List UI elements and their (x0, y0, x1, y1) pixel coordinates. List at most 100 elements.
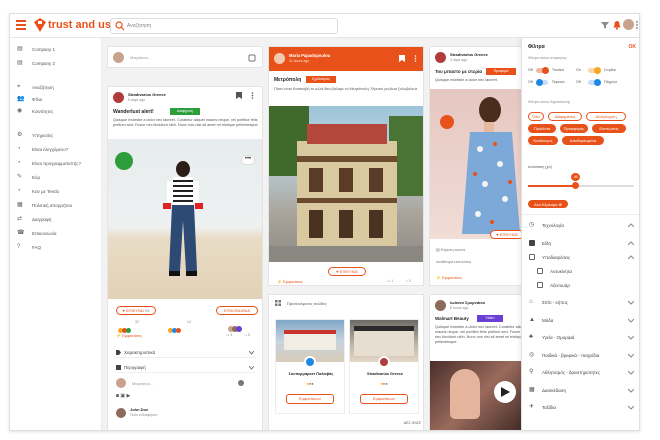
more-vertical-icon[interactable] (251, 92, 254, 99)
category-item[interactable]: ◷ Τεχνολογία (528, 220, 636, 232)
sidebar-item-3[interactable]: ⌖ Αναζήτηση (10, 82, 102, 94)
category-item[interactable]: ⌂ Σπίτι - κήπος (528, 297, 636, 309)
sidebar-item-8[interactable]: ◔ Είναι προγραμματιστής? (10, 158, 102, 170)
sidebar-item-7[interactable]: ◔ Είναι ελεγχόμενο? (10, 144, 102, 156)
sidebar-item-13[interactable]: ☎ Επικοινωνία (10, 228, 102, 240)
share-count[interactable]: ⤳ 3 (405, 279, 419, 283)
category-item[interactable]: ◎ Παιδικά - βρεφικά - παιχνίδια (528, 350, 636, 362)
characteristics-dropdown[interactable]: Χαρακτηριστικά (116, 348, 256, 358)
toggle-switch[interactable] (536, 67, 549, 74)
post-author[interactable]: Stradivarius Greece (450, 52, 525, 57)
filter-chip[interactable]: Εκπτώσεις (592, 124, 626, 133)
post-image[interactable] (269, 106, 423, 262)
category-item[interactable]: ⚲ Αθλητισμός - δραστηριότητες (528, 367, 636, 379)
category-item[interactable]: ✈ Ταξίδια (528, 402, 636, 414)
attach-icon[interactable] (248, 54, 256, 62)
info-row[interactable]: ▤ Εύρεση εικόνα (436, 247, 526, 256)
page-name[interactable]: Stradivarius Greece (352, 372, 418, 376)
filter-chip[interactable]: Όλα (528, 112, 544, 121)
toggle-switch[interactable] (536, 79, 548, 86)
filter-icon[interactable] (600, 20, 610, 30)
views-link[interactable]: ⚡ Εμφανίσεις (436, 275, 496, 280)
like-button[interactable]: ♥ ΕΠΙΚΥΝΩ (490, 230, 524, 239)
page-suggestion[interactable]: Σουπερμάρκετ Παλαιβάς ●●● Εμφανίσεων (275, 319, 345, 414)
checkbox[interactable] (529, 239, 535, 246)
contact-button[interactable]: ΕΠΙΚΟΙΝΩΝΙΑ (216, 306, 258, 315)
sidebar-item-14[interactable]: ? FAQ (10, 242, 102, 254)
category-item[interactable]: Είδη (528, 238, 636, 250)
sidebar-item-10[interactable]: ◔ Καν με Tendo (10, 186, 102, 198)
more-options-icon[interactable]: ••• (241, 155, 255, 165)
page-suggestion[interactable]: Stradivarius Greece ●●● Εμφανίσεων (349, 319, 419, 414)
slider-thumb[interactable] (572, 182, 580, 189)
compose-placeholder[interactable]: Μοιράσου... (130, 55, 230, 60)
post-author[interactable]: Ιωάννα Σμυρνάιου (450, 300, 525, 305)
see-all-link[interactable]: ΔΕΣ ΟΛΕΣ (387, 421, 421, 425)
like-button[interactable]: ♥ ΕΠΙΚΥΝΩ (328, 267, 366, 276)
filter-chip[interactable]: Προσφορές (560, 124, 588, 133)
info-row[interactable]: Διαθέσιμα εκπτώσεις (436, 260, 526, 269)
filter-chip[interactable]: Αποθηκευμένα (562, 136, 604, 145)
post-author[interactable]: Stradivarius Greece (128, 92, 208, 97)
bookmark-icon[interactable] (236, 92, 242, 99)
toggle-switch[interactable] (588, 79, 601, 86)
checkbox[interactable] (529, 253, 535, 260)
page-view-button[interactable]: Εμφανίσεων (360, 394, 408, 404)
checkbox[interactable] (537, 281, 543, 288)
filter-chip[interactable]: Προϊόντα (528, 124, 556, 133)
bookmark-icon[interactable] (399, 55, 405, 62)
search-input[interactable] (127, 19, 327, 33)
filter-chip[interactable]: Κατάλογος (528, 136, 558, 145)
category-item[interactable]: ▦ Διασκέδαση (528, 385, 636, 397)
media-icons[interactable]: ◙ ▣ ▶ (116, 393, 146, 399)
page-view-button[interactable]: Εμφανίσεων (286, 394, 334, 404)
post-image[interactable] (430, 89, 528, 239)
more-vertical-icon[interactable] (635, 20, 639, 30)
sidebar-item-12[interactable]: ⇄ Διαγραφή (10, 214, 102, 226)
post-author[interactable]: Maria Papadopoulou (289, 53, 369, 58)
user-avatar[interactable] (623, 19, 634, 30)
brand-floating-icon[interactable] (440, 115, 454, 129)
play-button[interactable] (494, 381, 516, 403)
sidebar-item-2[interactable]: ▤ Company 2 (10, 58, 102, 70)
checkbox[interactable] (537, 267, 543, 274)
sidebar-item-4[interactable]: 👥 Φίλοι (10, 94, 102, 106)
filter-chip[interactable]: Διαφημίσεις (548, 112, 582, 121)
ok-button[interactable]: OK (622, 44, 637, 50)
category-item[interactable]: Αξεσουάρ (536, 280, 639, 292)
filter-chip[interactable]: Αλληλεγγύη (586, 112, 626, 121)
sidebar-item-1[interactable]: ▤ Company 1 (10, 44, 102, 56)
menu-icon[interactable] (16, 20, 26, 32)
category-item[interactable]: Υποδιαιρέσεις (528, 252, 636, 264)
sidebar-item-5[interactable]: ◉ Κοινότητες (10, 106, 102, 118)
close-icon[interactable]: ⊗ (559, 202, 562, 207)
sidebar-item-11[interactable]: ▦ Πολιτική απορρήτου (10, 200, 102, 212)
travel-icon: ✈ (529, 404, 535, 410)
video-thumbnail[interactable] (430, 361, 528, 430)
views-link[interactable]: ⚡ Εμφανίσεις (116, 333, 176, 338)
like-button[interactable]: ♥ ΕΠΙΚΥΝΩ 95 (116, 306, 156, 315)
sidebar-item-6[interactable]: ⚙ Υπηρεσίες (10, 130, 102, 142)
emoji-icon[interactable] (238, 380, 244, 386)
category-item[interactable]: Αυτοκίνητα (536, 266, 639, 278)
share-count[interactable]: ⤳ 5 (244, 333, 258, 337)
distance-slider[interactable]: 45 (528, 173, 634, 189)
active-filter-chip[interactable]: Αλα Κέρκυρα ⊗ (528, 200, 568, 208)
delete-icon: ⇄ (17, 216, 23, 222)
commenter-name[interactable]: John Doe (130, 407, 190, 412)
more-vertical-icon[interactable] (414, 55, 417, 62)
comment-count[interactable]: ▭ 3 (226, 333, 240, 337)
bell-icon[interactable] (612, 20, 622, 30)
toggle-switch[interactable] (588, 67, 601, 74)
category-item[interactable]: ♣ Υγεία - Ομορφιά (528, 332, 636, 344)
category-item[interactable]: ▲ Μόδα (528, 315, 636, 327)
brand-floating-icon[interactable] (115, 152, 133, 170)
search-bar[interactable] (110, 18, 338, 34)
page-name[interactable]: Σουπερμάρκετ Παλαιβάς (278, 372, 344, 376)
compose-box[interactable]: Μοιράσου... (107, 46, 263, 68)
views-link[interactable]: ⚡ Εμφανίσεις (277, 279, 337, 284)
sidebar-item-9[interactable]: ✎ Εύρ (10, 172, 102, 184)
description-dropdown[interactable]: Περιγραφή (116, 363, 256, 373)
comment-input[interactable]: Μοιράσου... (132, 381, 212, 386)
comment-count[interactable]: ▭ 1 (387, 279, 401, 283)
